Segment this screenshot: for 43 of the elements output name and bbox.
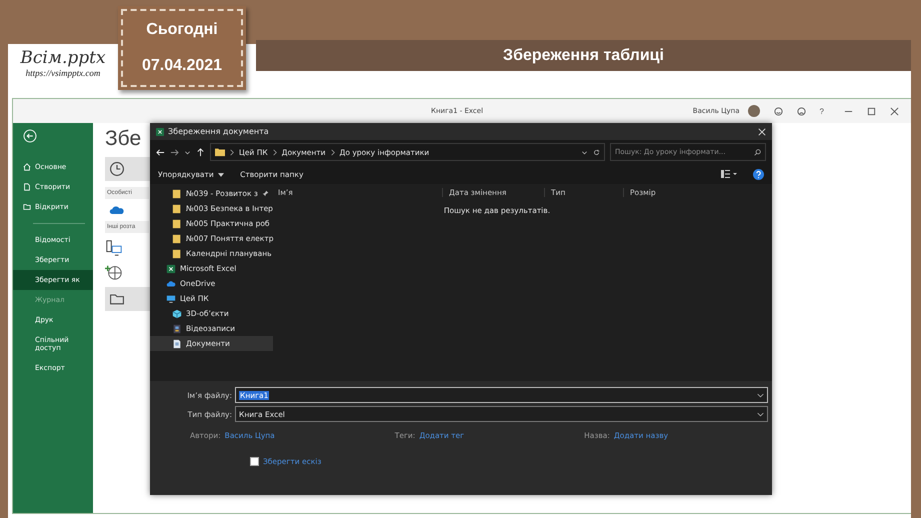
back-arrow-icon[interactable] xyxy=(156,148,165,156)
chevron-right-icon xyxy=(230,148,234,156)
refresh-icon[interactable] xyxy=(593,148,600,156)
maximize-icon[interactable] xyxy=(867,106,876,116)
document-icon xyxy=(23,183,31,191)
chevron-right-icon xyxy=(272,148,277,156)
cloud-icon xyxy=(109,205,125,215)
film-icon xyxy=(172,324,182,334)
clock-icon xyxy=(109,161,125,177)
excel-icon xyxy=(156,128,164,136)
computer-icon xyxy=(105,239,123,257)
frown-icon[interactable] xyxy=(796,106,806,116)
slide-title: Збереження таблиці xyxy=(256,40,911,71)
monitor-icon xyxy=(166,294,176,304)
close-icon[interactable] xyxy=(890,106,899,116)
view-options-icon[interactable] xyxy=(721,169,737,179)
forward-arrow-icon[interactable] xyxy=(170,148,179,156)
today-label: Сьогодні xyxy=(146,21,218,39)
up-arrow-icon[interactable] xyxy=(196,148,205,156)
checkbox[interactable] xyxy=(250,457,259,466)
document-icon xyxy=(172,338,182,348)
help-icon[interactable] xyxy=(753,168,764,180)
cloud-icon xyxy=(166,278,176,288)
page-heading: Збе xyxy=(105,127,142,151)
chevron-icon[interactable] xyxy=(184,148,191,156)
folder-icon xyxy=(215,147,225,157)
chevron-right-icon xyxy=(330,148,335,156)
help-button[interactable]: ? xyxy=(814,106,830,116)
dialog-title: Збереження документа xyxy=(168,127,269,136)
folder-icon xyxy=(23,203,31,211)
home-icon xyxy=(23,163,31,171)
smiley-icon[interactable] xyxy=(774,106,783,116)
search-icon xyxy=(754,148,761,156)
dropdown-arrow-icon xyxy=(218,172,224,176)
cube-icon xyxy=(172,308,182,318)
chevron-icon[interactable] xyxy=(581,148,588,156)
date-text: 07.04.2021 xyxy=(142,57,222,75)
excel-icon xyxy=(166,264,176,274)
avatar-icon[interactable] xyxy=(748,105,760,117)
chevron-down-icon xyxy=(757,412,764,416)
globe-icon xyxy=(105,263,123,281)
chevron-down-icon xyxy=(757,392,764,398)
site-logo: Всім.pptx https://vsimpptx.com xyxy=(19,48,107,78)
